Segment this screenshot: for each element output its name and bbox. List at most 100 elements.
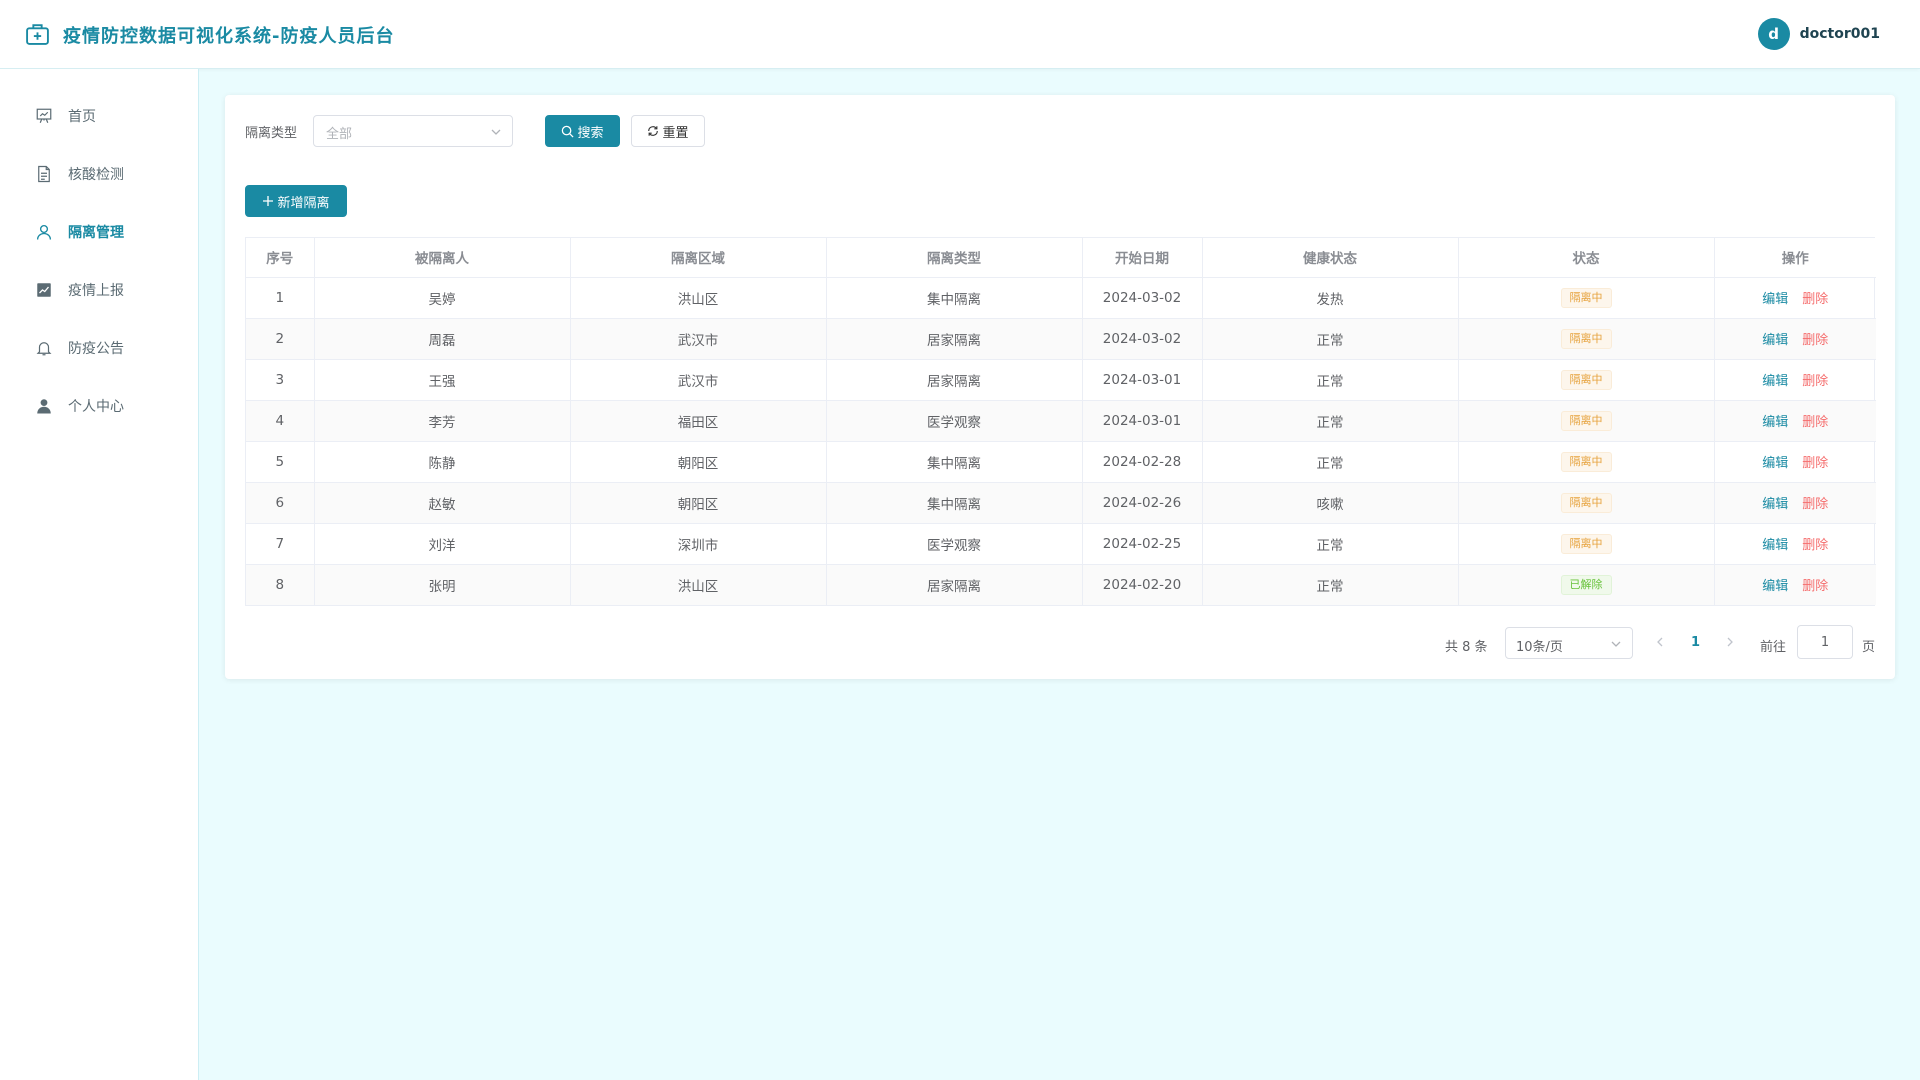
actions-cell: 编辑 删除	[1714, 318, 1876, 360]
table-cell: 洪山区	[570, 564, 827, 605]
table-cell: 医学观察	[826, 400, 1083, 442]
status-badge: 隔离中	[1560, 369, 1612, 390]
sidebar-item-announcement[interactable]: 防疫公告	[0, 326, 198, 370]
status-cell: 隔离中	[1458, 441, 1715, 483]
sidebar-item-nucleic-test[interactable]: 核酸检测	[0, 152, 198, 196]
edit-button[interactable]: 编辑	[1762, 333, 1788, 348]
table-header-row: 序号 被隔离人 隔离区域 隔离类型 开始日期 健康状态 状态 操作	[246, 238, 1876, 278]
edit-button[interactable]: 编辑	[1762, 456, 1788, 471]
edit-button[interactable]: 编辑	[1762, 579, 1788, 594]
column-header: 健康状态	[1202, 238, 1459, 278]
delete-button[interactable]: 删除	[1802, 374, 1828, 389]
table-cell: 2024-03-01	[1082, 400, 1203, 442]
table-cell: 2024-03-02	[1082, 318, 1203, 360]
table-cell: 发热	[1202, 277, 1459, 319]
page-size-select[interactable]: 10条/页	[1505, 627, 1633, 659]
table-cell: 2024-02-25	[1082, 523, 1203, 565]
search-button-label: 搜索	[577, 125, 604, 141]
edit-button[interactable]: 编辑	[1762, 538, 1788, 553]
delete-button[interactable]: 删除	[1802, 456, 1828, 471]
table-cell: 4	[246, 400, 315, 442]
reset-button[interactable]: 重置	[631, 115, 705, 147]
table-cell: 朝阳区	[570, 441, 827, 483]
table-cell: 武汉市	[570, 318, 827, 360]
actions-cell: 编辑 删除	[1714, 359, 1876, 401]
status-badge: 已解除	[1560, 574, 1612, 595]
delete-button[interactable]: 删除	[1802, 497, 1828, 512]
user-icon	[36, 224, 52, 240]
actions-cell: 编辑 删除	[1714, 441, 1876, 483]
table-cell: 居家隔离	[826, 359, 1083, 401]
add-isolation-button[interactable]: 新增隔离	[245, 185, 347, 217]
sidebar-item-isolation[interactable]: 隔离管理	[0, 210, 198, 254]
delete-button[interactable]: 删除	[1802, 415, 1828, 430]
delete-button[interactable]: 删除	[1802, 292, 1828, 307]
table-cell: 王强	[314, 359, 571, 401]
table-cell: 正常	[1202, 564, 1459, 605]
app-title: 疫情防控数据可视化系统-防疫人员后台	[63, 26, 395, 47]
table-cell: 咳嗽	[1202, 482, 1459, 524]
next-page-icon[interactable]	[1724, 635, 1736, 649]
edit-button[interactable]: 编辑	[1762, 415, 1788, 430]
isolation-type-label: 隔离类型	[245, 126, 298, 141]
status-cell: 隔离中	[1458, 359, 1715, 401]
table-row: 2 周磊 武汉市 居家隔离 2024-03-02 正常 隔离中 编辑 删除	[246, 318, 1876, 360]
prev-page-icon[interactable]	[1654, 635, 1666, 649]
table-cell: 陈静	[314, 441, 571, 483]
table-cell: 2024-03-01	[1082, 359, 1203, 401]
document-icon	[38, 165, 50, 183]
actions-cell: 编辑 删除	[1714, 482, 1876, 524]
sidebar: 首页 核酸检测 隔离管理 疫情上报 防疫公告 个人中心	[0, 69, 199, 1080]
table-row: 8 张明 洪山区 居家隔离 2024-02-20 正常 已解除 编辑 删除	[246, 564, 1876, 605]
column-header: 操作	[1714, 238, 1876, 278]
delete-button[interactable]: 删除	[1802, 579, 1828, 594]
user-menu[interactable]: d doctor001	[1757, 18, 1880, 50]
top-header: 疫情防控数据可视化系统-防疫人员后台 d doctor001	[0, 0, 1920, 69]
actions-cell: 编辑 删除	[1714, 523, 1876, 565]
table-cell: 3	[246, 359, 315, 401]
table-cell: 2024-02-26	[1082, 482, 1203, 524]
sidebar-item-label: 疫情上报	[68, 283, 124, 299]
table-cell: 正常	[1202, 400, 1459, 442]
delete-button[interactable]: 删除	[1802, 333, 1828, 348]
search-button[interactable]: 搜索	[545, 115, 620, 147]
table-cell: 正常	[1202, 523, 1459, 565]
avatar[interactable]: d	[1757, 18, 1790, 50]
chevron-down-icon	[491, 129, 501, 135]
table-cell: 武汉市	[570, 359, 827, 401]
delete-button[interactable]: 删除	[1802, 538, 1828, 553]
status-cell: 隔离中	[1458, 277, 1715, 319]
sidebar-item-home[interactable]: 首页	[0, 94, 198, 138]
goto-page-input[interactable]	[1797, 625, 1853, 659]
username[interactable]: doctor001	[1800, 26, 1880, 42]
table-row: 5 陈静 朝阳区 集中隔离 2024-02-28 正常 隔离中 编辑 删除	[246, 441, 1876, 483]
edit-button[interactable]: 编辑	[1762, 497, 1788, 512]
actions-cell: 编辑 删除	[1714, 564, 1876, 605]
current-page[interactable]: 1	[1691, 635, 1700, 650]
status-badge: 隔离中	[1560, 410, 1612, 431]
table-cell: 福田区	[570, 400, 827, 442]
table-cell: 集中隔离	[826, 482, 1083, 524]
actions-cell: 编辑 删除	[1714, 277, 1876, 319]
status-badge: 隔离中	[1560, 451, 1612, 472]
table-cell: 2	[246, 318, 315, 360]
isolation-type-select[interactable]: 全部	[313, 115, 513, 147]
status-badge: 隔离中	[1560, 328, 1612, 349]
status-badge: 隔离中	[1560, 533, 1612, 554]
table-cell: 周磊	[314, 318, 571, 360]
sidebar-item-label: 首页	[68, 109, 96, 125]
chart-icon	[37, 283, 51, 297]
isolation-panel: 隔离类型 全部 搜索 重置 新增隔离 序号 被隔离人 隔离区域 隔离类型 开始日…	[225, 95, 1895, 679]
edit-button[interactable]: 编辑	[1762, 292, 1788, 307]
table-cell: 集中隔离	[826, 441, 1083, 483]
edit-button[interactable]: 编辑	[1762, 374, 1788, 389]
table-cell: 洪山区	[570, 277, 827, 319]
table-cell: 张明	[314, 564, 571, 605]
sidebar-item-epidemic-report[interactable]: 疫情上报	[0, 268, 198, 312]
sidebar-item-profile[interactable]: 个人中心	[0, 384, 198, 428]
isolation-table: 序号 被隔离人 隔离区域 隔离类型 开始日期 健康状态 状态 操作 1 吴婷 洪山区…	[245, 237, 1876, 606]
table-cell: 居家隔离	[826, 318, 1083, 360]
pagination-total: 共 8 条	[1445, 640, 1488, 655]
table-cell: 8	[246, 564, 315, 605]
column-header: 状态	[1458, 238, 1715, 278]
